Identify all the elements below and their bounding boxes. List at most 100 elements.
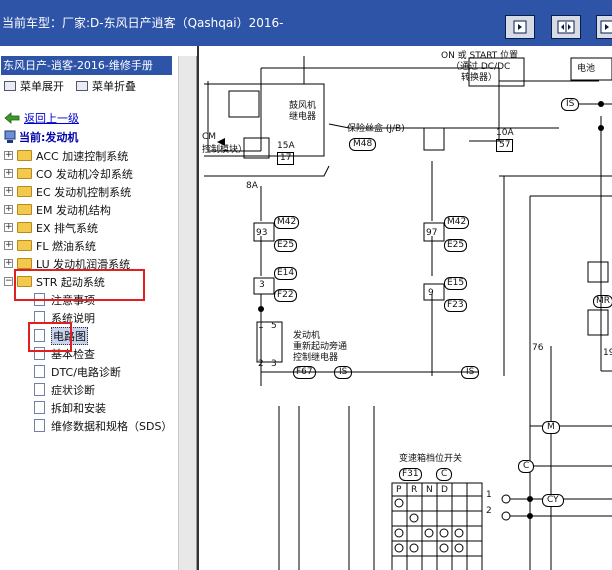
expand-menu-button[interactable]: 菜单展开 — [4, 78, 64, 94]
str-item-label: 维修数据和规格（SDS） — [51, 419, 173, 433]
folder-icon — [17, 240, 32, 251]
relay2-label-b: 重新起动旁通 — [293, 342, 348, 352]
tree-item-label: EX 排气系统 — [36, 221, 98, 235]
grid-n: N — [426, 485, 433, 495]
grid-r: R — [411, 485, 418, 495]
tree-item-fl[interactable]: + FL 燃油系统 — [4, 237, 96, 254]
relay1-label-b: 继电器 — [289, 112, 317, 122]
relay2-pin-3: 3 — [271, 359, 277, 369]
connector-f22: F22 — [274, 289, 297, 302]
back-nav-icon — [513, 20, 527, 34]
folder-icon — [17, 204, 32, 215]
on-start-label-a: ON 或 START 位置 — [441, 51, 519, 61]
diagram-lines — [204, 56, 612, 570]
tree-item-co[interactable]: + CO 发动机冷却系统 — [4, 165, 133, 182]
str-item-label: DTC/电路诊断 — [51, 365, 121, 379]
pane-divider[interactable] — [178, 56, 197, 570]
str-item-sds[interactable]: 维修数据和规格（SDS） — [34, 417, 172, 434]
fuse-box-label: 保险丝盒 (J/B) — [347, 124, 405, 134]
pin-97: 97 — [426, 228, 438, 238]
highlight-box-str — [14, 269, 145, 301]
range-switch-label: 变速箱档位开关 — [399, 454, 463, 464]
tag-is-2: IS — [561, 98, 580, 111]
tree-item-ex[interactable]: + EX 排气系统 — [4, 219, 98, 236]
folder-icon — [17, 222, 32, 233]
current-section-label: 当前:发动机 — [19, 131, 79, 144]
connector-e14: E14 — [274, 267, 298, 280]
fuse2-number: 57 — [496, 139, 514, 152]
conn-19: 19 — [603, 348, 612, 358]
battery-label: 电池 — [577, 64, 596, 74]
str-item-dtc[interactable]: DTC/电路诊断 — [34, 363, 121, 380]
tree-item-label: FL 燃油系统 — [36, 239, 96, 253]
folder-icon — [17, 258, 32, 269]
connector-e25-1: E25 — [274, 239, 298, 252]
tree-item-label: EC 发动机控制系统 — [36, 185, 132, 199]
book-title: 东风日产-逍客-2016-维修手册 — [1, 56, 172, 75]
tree-item-em[interactable]: + EM 发动机结构 — [4, 201, 111, 218]
connector-e15: E15 — [444, 277, 468, 290]
ecm-label-b: 控制模块） — [202, 145, 248, 155]
fit-page-button[interactable] — [551, 15, 581, 39]
fit-page-icon — [557, 20, 575, 34]
expand-toggle-icon[interactable]: + — [4, 169, 13, 178]
tree-item-acc[interactable]: + ACC 加速控制系统 — [4, 147, 128, 164]
relay2-pin-2: 2 — [258, 359, 264, 369]
tree-item-label: ACC 加速控制系统 — [36, 149, 129, 163]
on-start-label-b: （通过 DC/DC — [451, 62, 511, 72]
forward-nav-button[interactable] — [596, 15, 612, 39]
collapse-toggle-icon[interactable]: − — [4, 277, 13, 286]
wiring-diagram: 鼓风机 继电器 保险丝盒 (J/B) M48 CM 控制模块） 15A 17 1… — [197, 46, 612, 570]
tree-item-label: EM 发动机结构 — [36, 203, 111, 217]
expand-toggle-icon[interactable]: + — [4, 205, 13, 214]
sidebar: 东风日产-逍客-2016-维修手册 菜单展开 菜单折叠 返回上一级 当前:发动机… — [0, 56, 178, 570]
row-2: 2 — [486, 506, 492, 516]
on-start-label-c: 转换器） — [461, 73, 498, 83]
conn-76: 76 — [532, 343, 544, 353]
back-up-level-label: 返回上一级 — [24, 112, 79, 125]
back-nav-button[interactable] — [505, 15, 535, 39]
document-icon — [34, 365, 45, 378]
expand-toggle-icon[interactable]: + — [4, 223, 13, 232]
collapse-menu-button[interactable]: 菜单折叠 — [76, 78, 136, 94]
document-icon — [34, 401, 45, 414]
str-item-label: 拆卸和安装 — [51, 401, 106, 415]
tag-cy: CY — [542, 494, 564, 507]
tree-item-ec[interactable]: + EC 发动机控制系统 — [4, 183, 131, 200]
title-bar: 当前车型：厂家:D-东风日产逍客（Qashqai）2016- — [0, 0, 612, 46]
tag-c2: C — [436, 468, 453, 481]
computer-icon — [4, 130, 16, 143]
connector-m42-2: M42 — [444, 216, 470, 229]
back-up-level-link[interactable]: 返回上一级 — [4, 110, 79, 126]
str-item-label: 症状诊断 — [51, 383, 95, 397]
conn-mr: MR — [593, 295, 612, 308]
expand-toggle-icon[interactable]: + — [4, 151, 13, 160]
tag-c: C — [518, 460, 535, 473]
folder-icon — [17, 168, 32, 179]
folder-icon — [17, 186, 32, 197]
window-title: 当前车型：厂家:D-东风日产逍客（Qashqai）2016- — [2, 16, 284, 30]
document-icon — [34, 419, 45, 432]
fuse2-rating: 10A — [496, 128, 514, 138]
tag-is-3: IS — [461, 366, 480, 379]
folder-icon — [17, 150, 32, 161]
pin-9: 9 — [428, 288, 434, 298]
relay2-pin-1: 1 — [258, 321, 264, 331]
relay2-label-a: 发动机 — [293, 331, 321, 341]
fuse-box-connector: M48 — [349, 138, 377, 151]
row-1: 1 — [486, 490, 492, 500]
ecm-label-a: CM — [202, 132, 217, 142]
expand-toggle-icon[interactable]: + — [4, 187, 13, 196]
str-item-symptom[interactable]: 症状诊断 — [34, 381, 95, 398]
str-item-removal[interactable]: 拆卸和安装 — [34, 399, 106, 416]
expand-toggle-icon[interactable]: + — [4, 241, 13, 250]
collapse-icon — [76, 81, 88, 91]
fuse1-number: 17 — [277, 152, 295, 165]
connector-m42-1: M42 — [274, 216, 300, 229]
expand-toggle-icon[interactable]: + — [4, 259, 13, 268]
highlight-box-wiring — [28, 322, 72, 352]
collapse-menu-label: 菜单折叠 — [92, 80, 136, 93]
relay1-label-a: 鼓风机 — [289, 101, 317, 111]
document-icon — [34, 383, 45, 396]
connector-e25-2: E25 — [444, 239, 468, 252]
